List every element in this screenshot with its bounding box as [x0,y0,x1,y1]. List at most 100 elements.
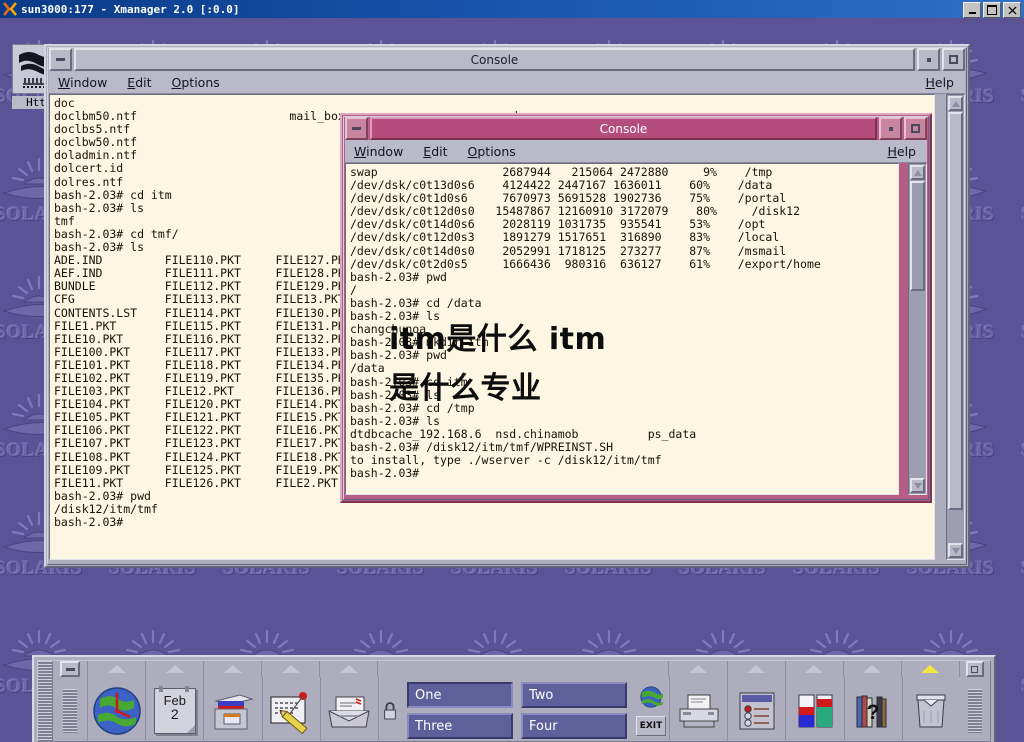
chevron-up-icon [747,665,766,673]
inner-menu-window[interactable]: Window [345,143,412,160]
chevron-up-icon [223,665,242,673]
outer-menu-window[interactable]: Window [49,74,116,91]
inner-window-menu-button[interactable] [345,117,368,140]
subpanel-arrow-style-manager[interactable] [728,661,786,677]
inner-menu-edit[interactable]: Edit [414,143,456,160]
inner-maximize-button[interactable] [904,117,927,140]
clock-icon [90,685,144,737]
subpanel-arrow-calendar[interactable] [146,661,205,677]
inner-terminal-text: swap 2687944 215064 2472880 9% /tmp /dev… [350,165,821,481]
panel-subpanel-arrows [53,661,990,677]
subpanel-arrow-performance[interactable] [786,661,844,677]
help-question-mark: ? [867,701,880,724]
inner-console-menubar[interactable]: Window Edit Options Help [345,140,927,163]
chevron-up-icon [805,665,824,673]
panel-item-mailer[interactable] [321,677,380,742]
outer-console-titlebar[interactable]: Console [49,48,965,71]
xmanager-logo-icon [3,2,17,16]
window-menu-icon [56,58,65,61]
scroll-thumb[interactable] [948,112,963,510]
panel-grip-icon [968,688,983,733]
minimize-icon [888,126,893,131]
outer-terminal-scrollbar[interactable] [946,94,965,560]
panel-item-trash[interactable] [903,677,960,742]
panel-item-text-editor[interactable] [263,677,321,742]
panel-item-style-manager[interactable] [728,677,787,742]
help-manager-icon: ? [846,685,900,737]
inner-menu-options[interactable]: Options [459,143,525,160]
wallpaper-tile: SOLARIS [1008,462,1024,580]
subpanel-arrow-clock[interactable] [88,661,147,677]
panel-item-printer[interactable] [670,677,729,742]
scroll-up-button[interactable] [910,165,925,180]
inner-console-window[interactable]: Console Window Edit Options Help swap 26… [340,113,932,503]
workspace-label: One [415,687,442,703]
outer-minimize-button[interactable] [917,48,940,71]
panel-grip-right-cell[interactable] [960,677,990,742]
panel-item-help-manager[interactable]: ? [845,677,903,742]
text-editor-icon [264,685,318,737]
minimize-button[interactable] [963,2,981,18]
close-button[interactable] [1003,2,1021,18]
outer-window-menu-button[interactable] [49,48,72,71]
scroll-down-button[interactable] [910,478,925,493]
inner-terminal[interactable]: swap 2687944 215064 2472880 9% /tmp /dev… [345,163,899,495]
subpanel-arrow-mailer[interactable] [320,661,379,677]
outer-menu-options[interactable]: Options [163,74,229,91]
outer-menu-help[interactable]: Help [916,74,963,91]
panel-minimize-button[interactable] [60,661,80,677]
chevron-up-icon [951,100,960,107]
panel-item-calendar[interactable]: Feb 2 [146,677,205,742]
scroll-down-button[interactable] [948,543,963,558]
workspace-label: Three [415,718,453,734]
xmanager-titlebar: sun3000:177 - Xmanager 2.0 [:0.0] [0,0,1024,18]
subpanel-arrow-file-manager[interactable] [204,661,263,677]
lock-icon-cell[interactable] [379,701,401,721]
workspace-buttons: One Two Three Four [401,677,633,742]
inner-menu-help[interactable]: Help [878,143,925,160]
exit-button[interactable]: EXIT [636,716,667,737]
panel-item-performance-meter[interactable] [786,677,845,742]
chevron-down-icon [951,547,960,554]
outer-console-menubar[interactable]: Window Edit Options Help [49,71,965,94]
wallpaper-tile: SOLARIS [1008,108,1024,226]
file-manager-icon [206,685,260,737]
outer-console-title-area: Console [74,48,915,71]
panel-grip-left[interactable] [38,661,53,741]
calendar-day: 2 [170,705,179,722]
wallpaper-tile: SOLARIS [1008,226,1024,344]
subpanel-arrow-trash[interactable] [902,661,960,677]
maximize-button[interactable] [983,2,1001,18]
globe-icon[interactable] [639,685,664,709]
workspace-button-four[interactable]: Four [521,713,628,739]
panel-maximize-button[interactable] [965,661,984,677]
inner-console-title: Console [599,121,648,136]
scroll-thumb[interactable] [910,181,925,291]
subpanel-arrow-help[interactable] [844,661,902,677]
panel-item-file-manager[interactable] [204,677,263,742]
outer-maximize-button[interactable] [942,48,965,71]
xmanager-window-controls [963,2,1021,18]
minimize-icon [926,57,931,62]
inner-terminal-scrollbar[interactable] [908,163,927,495]
workspace-button-one[interactable]: One [407,682,514,708]
scroll-up-button[interactable] [948,96,963,111]
workspace-button-two[interactable]: Two [521,682,628,708]
subpanel-arrow-text-editor[interactable] [262,661,321,677]
panel-minimize-cell[interactable] [53,661,88,677]
maximize-icon [971,665,979,673]
panel-grip-cell[interactable] [53,677,88,742]
inner-minimize-button[interactable] [879,117,902,140]
outer-menu-edit[interactable]: Edit [118,74,160,91]
mailer-icon [322,685,376,737]
subpanel-arrow-printer[interactable] [669,661,728,677]
panel-minimize-cell-right[interactable] [960,661,990,677]
panel-item-clock[interactable] [88,677,147,742]
chevron-up-icon [107,665,126,673]
workspace-side-controls: EXIT [633,677,669,742]
calendar-month: Feb [163,692,186,708]
inner-console-titlebar[interactable]: Console [345,117,927,140]
workspace-button-three[interactable]: Three [407,713,514,739]
style-manager-icon [730,685,784,737]
cde-front-panel: Feb 2 One Two Three Four EXIT ? [32,655,996,742]
